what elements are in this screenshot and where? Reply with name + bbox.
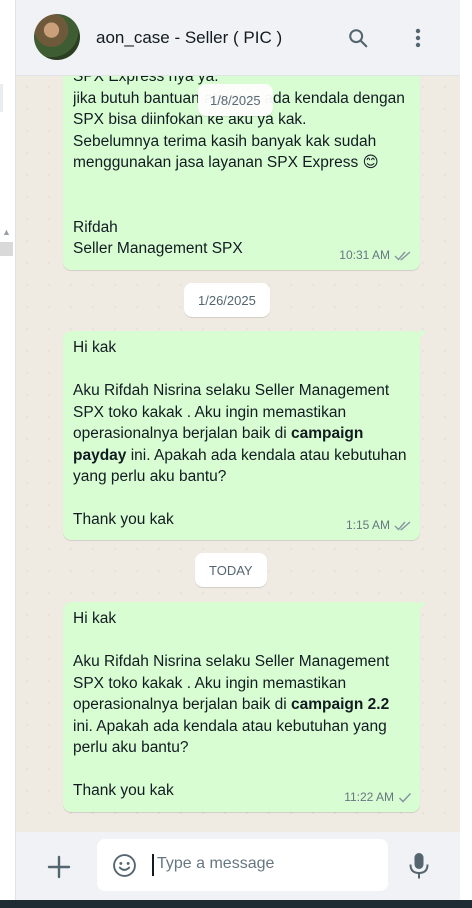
message-list[interactable]: SPX Express nya ya. jika butuh bantuan a… [16,76,460,832]
message-bubble-outgoing[interactable]: Hi kak Aku Rifdah Nisrina selaku Seller … [63,331,426,540]
message-bold-text: payday [73,446,127,464]
bubble-tail [418,602,426,612]
contact-avatar[interactable] [34,14,80,60]
double-check-icon [394,521,411,531]
message-text: ini. Apakah ada kendala atau kebutuhan [126,446,407,464]
message-input-placeholder: Type a message [157,855,275,872]
message-text-line: Sebelumnya terima kasih banyak kak sudah [73,132,377,150]
message-time: 11:22 AM [344,789,394,804]
message-text-line: SPX toko kakak . Aku ingin memastikan [73,674,347,692]
message-text-line: Aku Rifdah Nisrina selaku Seller Managem… [73,382,390,399]
left-scrollbar-thumb[interactable] [0,242,13,256]
left-panel-highlight [0,84,3,112]
bubble-tail [418,331,426,341]
message-text-line: menggunakan jasa layanan SPX Express 😊 [73,154,379,171]
message-bold-text: campaign [291,425,364,442]
left-panel-edge: ▲ [0,0,16,908]
window-right-edge [460,0,472,900]
message-text-line: Hi kak [73,339,117,356]
contact-name[interactable]: aon_case - Seller ( PIC ) [96,28,282,48]
message-text-line [73,195,411,217]
microphone-icon[interactable] [408,852,430,880]
message-meta: 11:22 AM [344,787,412,809]
search-icon[interactable] [346,26,370,50]
date-chip: 1/8/2025 [198,84,273,116]
bottom-edge-bar [0,900,472,908]
message-meta: 10:31 AM [339,245,412,267]
message-input[interactable]: Type a message [97,839,388,891]
date-chip-label: 1/26/2025 [198,292,256,308]
message-text-line: operasionalnya berjalan baik di campaign… [73,694,411,716]
composer-bar: Type a message [16,832,460,900]
date-chip-label: 1/8/2025 [210,92,261,108]
message-text-line: SPX toko kakak . Aku ingin memastikan [73,403,347,421]
scroll-up-arrow-icon[interactable]: ▲ [2,227,12,237]
chat-header[interactable]: aon_case - Seller ( PIC ) [16,0,460,76]
date-chip-label: TODAY [209,562,253,578]
message-text-line [73,174,411,196]
message-text: operasionalnya berjalan baik di [73,696,292,713]
message-text: operasionalnya berjalan baik di [73,425,292,442]
message-bold-text: campaign 2.2 [291,696,390,713]
single-check-icon [398,792,412,803]
message-bubble-outgoing[interactable]: Hi kak Aku Rifdah Nisrina selaku Seller … [63,602,426,812]
plus-icon[interactable] [46,854,72,880]
emoji-icon[interactable] [112,853,137,878]
message-time: 10:31 AM [339,247,390,262]
message-text-line: Aku Rifdah Nisrina selaku Seller Managem… [73,653,390,670]
message-meta: 1:15 AM [346,515,412,537]
message-text-line: Hi kak [73,610,117,627]
message-text-line: perlu aku bantu? [73,739,189,756]
message-text-line: payday ini. Apakah ada kendala atau kebu… [73,445,411,467]
kebab-menu-icon[interactable] [406,26,430,50]
message-text-line: Rifdah [73,218,118,236]
chat-window: aon_case - Seller ( PIC ) SPX Express ny… [16,0,460,900]
double-check-icon [394,251,411,261]
message-time: 1:15 AM [345,517,390,532]
message-text-line: ini. Apakah ada kendala atau kebutuhan y… [73,717,387,735]
message-text-line: yang perlu aku bantu? [73,468,227,485]
date-chip: TODAY [195,553,267,587]
message-text-line: operasionalnya berjalan baik di campaign [73,423,411,445]
date-chip: 1/26/2025 [184,283,270,317]
text-caret [152,854,154,876]
